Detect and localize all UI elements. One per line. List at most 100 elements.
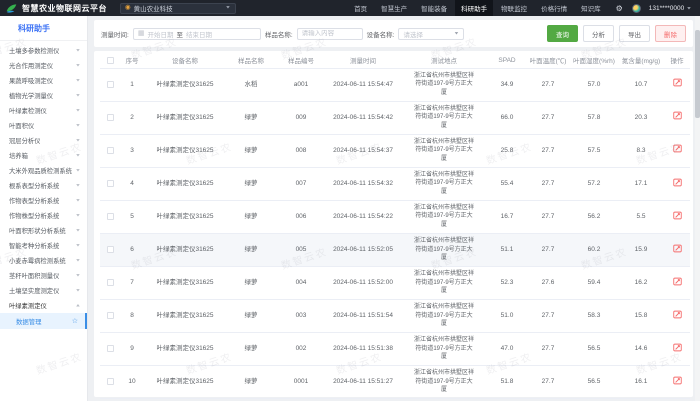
chevron-down-icon: ▼ bbox=[75, 63, 81, 67]
cell: 叶绿素测定仪31625 bbox=[144, 167, 226, 200]
sidebar-item[interactable]: 叶面积仪▼ bbox=[0, 118, 87, 133]
cell: 10 bbox=[120, 366, 144, 399]
cell: 绿萝 bbox=[226, 233, 276, 266]
sidebar-item[interactable]: 叶面积形状分析系统▼ bbox=[0, 223, 87, 238]
row-checkbox[interactable] bbox=[107, 345, 114, 352]
star-icon[interactable]: ☆ bbox=[72, 317, 78, 325]
cell: 14.6 bbox=[618, 333, 664, 366]
sidebar-item[interactable]: 根系表型分析系统▼ bbox=[0, 178, 87, 193]
report-icon[interactable] bbox=[673, 78, 682, 87]
cell: 27.7 bbox=[526, 333, 570, 366]
search-button[interactable]: 查询 bbox=[547, 25, 578, 42]
sidebar-item[interactable]: 冠层分析仪▼ bbox=[0, 133, 87, 148]
cell: 绿萝 bbox=[226, 366, 276, 399]
sidebar-item[interactable]: 土壤多参数检测仪▼ bbox=[0, 43, 87, 58]
cell: 17.1 bbox=[618, 167, 664, 200]
nav-item-价格行情[interactable]: 价格行情 bbox=[535, 0, 573, 16]
cell: 2024-06-11 15:54:47 bbox=[326, 68, 400, 101]
scrollbar-thumb[interactable] bbox=[695, 30, 700, 118]
report-icon[interactable] bbox=[673, 277, 682, 286]
sidebar-item[interactable]: 小麦赤霉病检测系统▼ bbox=[0, 253, 87, 268]
row-checkbox[interactable] bbox=[107, 378, 114, 385]
chevron-down-icon: ▼ bbox=[453, 31, 459, 35]
row-checkbox[interactable] bbox=[107, 147, 114, 154]
nav-item-知识库[interactable]: 知识库 bbox=[575, 0, 607, 16]
report-icon[interactable] bbox=[673, 144, 682, 153]
topbar: 智慧农业物联网云平台 ◉ 黄山农业科技 ▼ 首页智慧生产智能装备科研助手物联监控… bbox=[0, 0, 700, 16]
report-icon[interactable] bbox=[673, 211, 682, 220]
chevron-down-icon: ▼ bbox=[75, 138, 81, 142]
cell: 52.3 bbox=[488, 266, 526, 299]
row-checkbox[interactable] bbox=[107, 81, 114, 88]
sidebar-item-label: 土壤坚实度测定仪 bbox=[9, 286, 59, 295]
location-text: 浙江省杭州市拱墅区祥符街道197-9号方正大厦 bbox=[413, 270, 475, 296]
sidebar-item-label: 植物光学测量仪 bbox=[9, 91, 53, 100]
sidebar-item[interactable]: 光合作用测定仪▼ bbox=[0, 58, 87, 73]
device-select[interactable]: 请选择 ▼ bbox=[398, 28, 464, 40]
date-range-picker[interactable]: ▦ 开始日期 至 结束日期 bbox=[133, 28, 261, 40]
sidebar-item[interactable]: 土壤坚实度测定仪▼ bbox=[0, 283, 87, 298]
settings-gear-icon[interactable]: ⚙ bbox=[616, 4, 623, 13]
sidebar-item[interactable]: 叶绿素检测仪▼ bbox=[0, 103, 87, 118]
row-checkbox[interactable] bbox=[107, 279, 114, 286]
cell: 浙江省杭州市拱墅区祥符街道197-9号方正大厦 bbox=[400, 134, 488, 167]
row-select-cell bbox=[100, 233, 120, 266]
sample-name-input[interactable] bbox=[302, 30, 358, 37]
sidebar-item[interactable]: 培养箱▼ bbox=[0, 148, 87, 163]
sidebar-item[interactable]: 作物株型分析系统▼ bbox=[0, 208, 87, 223]
sidebar-item[interactable]: 果蔬呼吸测定仪▼ bbox=[0, 73, 87, 88]
user-name[interactable]: 131****0000 ▼ bbox=[649, 5, 692, 12]
cell: 34.9 bbox=[488, 68, 526, 101]
chevron-up-icon: ▲ bbox=[75, 303, 81, 307]
cell: 27.7 bbox=[526, 299, 570, 332]
delete-button[interactable]: 删除 bbox=[655, 25, 686, 42]
row-checkbox[interactable] bbox=[107, 180, 114, 187]
report-icon[interactable] bbox=[673, 244, 682, 253]
row-checkbox[interactable] bbox=[107, 114, 114, 121]
report-icon[interactable] bbox=[673, 310, 682, 319]
sidebar-item[interactable]: 植物光学测量仪▼ bbox=[0, 88, 87, 103]
cell: 16.2 bbox=[618, 266, 664, 299]
sidebar-item[interactable]: 叶绿素测定仪▲ bbox=[0, 298, 87, 313]
table-row: 2叶绿素测定仪31625绿萝0092024-06-11 15:54:42浙江省杭… bbox=[100, 101, 690, 134]
sidebar-subitem-数据管理[interactable]: 数据管理☆ bbox=[0, 313, 87, 329]
nav-item-智能装备[interactable]: 智能装备 bbox=[415, 0, 453, 16]
org-selector[interactable]: ◉ 黄山农业科技 ▼ bbox=[120, 3, 236, 14]
row-checkbox[interactable] bbox=[107, 312, 114, 319]
cell: 003 bbox=[276, 299, 326, 332]
cell: 浙江省杭州市拱墅区祥符街道197-9号方正大厦 bbox=[400, 233, 488, 266]
report-icon[interactable] bbox=[673, 178, 682, 187]
nav-item-智慧生产[interactable]: 智慧生产 bbox=[375, 0, 413, 16]
cell: 59.4 bbox=[570, 266, 618, 299]
analyze-button[interactable]: 分析 bbox=[583, 25, 614, 42]
user-avatar[interactable] bbox=[632, 4, 641, 13]
page-scrollbar[interactable] bbox=[695, 16, 700, 401]
sidebar-item[interactable]: 智能考种分析系统▼ bbox=[0, 238, 87, 253]
row-checkbox[interactable] bbox=[107, 213, 114, 220]
cell: 51.1 bbox=[488, 233, 526, 266]
sidebar-item[interactable]: 大米外观品质检测系统▼ bbox=[0, 163, 87, 178]
chevron-down-icon: ▼ bbox=[75, 213, 81, 217]
report-icon[interactable] bbox=[673, 111, 682, 120]
sidebar-item[interactable]: 作物表型分析系统▼ bbox=[0, 193, 87, 208]
cell: 绿萝 bbox=[226, 134, 276, 167]
nav-item-物联监控[interactable]: 物联监控 bbox=[495, 0, 533, 16]
top-nav: 首页智慧生产智能装备科研助手物联监控价格行情知识库 bbox=[348, 0, 607, 16]
location-text: 浙江省杭州市拱墅区祥符街道197-9号方正大厦 bbox=[413, 171, 475, 197]
sidebar-item[interactable]: 茎秆叶面积测量仪▼ bbox=[0, 268, 87, 283]
cell: 叶绿素测定仪31625 bbox=[144, 233, 226, 266]
cell: 2 bbox=[120, 101, 144, 134]
nav-item-科研助手[interactable]: 科研助手 bbox=[455, 0, 493, 16]
device-select-placeholder: 请选择 bbox=[403, 29, 423, 39]
row-checkbox[interactable] bbox=[107, 246, 114, 253]
nav-item-首页[interactable]: 首页 bbox=[348, 0, 373, 16]
report-icon[interactable] bbox=[673, 376, 682, 385]
select-all-checkbox[interactable] bbox=[107, 57, 114, 64]
report-icon[interactable] bbox=[673, 343, 682, 352]
export-button[interactable]: 导出 bbox=[619, 25, 650, 42]
cell: 004 bbox=[276, 266, 326, 299]
cell: 0001 bbox=[276, 366, 326, 399]
column-header: 样品编号 bbox=[276, 53, 326, 68]
cell: 66.0 bbox=[488, 101, 526, 134]
cell: 009 bbox=[276, 101, 326, 134]
